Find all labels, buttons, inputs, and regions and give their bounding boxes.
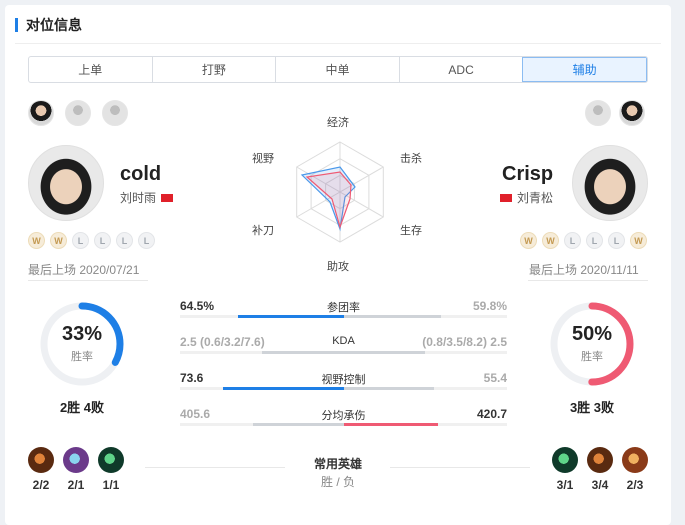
hero-record: 1/1	[102, 478, 120, 492]
hero-record: 3/4	[591, 478, 609, 492]
result-badge: W	[28, 232, 45, 249]
result-badge: L	[116, 232, 133, 249]
left-divider	[28, 280, 148, 281]
radar-label-survival: 生存	[400, 225, 422, 237]
stat-right-value: 55.4	[483, 371, 507, 385]
stat-bar-right	[343, 423, 438, 426]
radar-label-kills: 击杀	[400, 153, 422, 165]
stat-row: 73.6 视野控制 55.4	[180, 369, 507, 395]
china-flag-icon	[161, 193, 174, 202]
heroes-divider-right	[390, 467, 530, 468]
hero-3-icon[interactable]	[98, 447, 124, 473]
tab-top[interactable]: 上单	[29, 57, 152, 82]
section-title: 对位信息	[26, 17, 82, 33]
tab-adc[interactable]: ADC	[398, 57, 523, 82]
tab-mid[interactable]: 中单	[275, 57, 399, 82]
left-record: 2胜 4败	[59, 400, 105, 415]
right-winrate-value: 50%	[571, 323, 613, 345]
player-switch-avatar[interactable]	[619, 100, 645, 126]
hero-record: 2/1	[67, 478, 85, 492]
hero-record: 3/1	[556, 478, 574, 492]
common-heroes-header: 常用英雄 胜 / 负	[288, 453, 388, 493]
hero-record: 2/3	[626, 478, 644, 492]
stat-name: 视野控制	[321, 374, 366, 386]
stat-row: 2.5 (0.6/3.2/7.6) KDA (0.8/3.5/8.2) 2.5	[180, 333, 507, 359]
radar-label-assists: 助攻	[327, 261, 349, 273]
result-badge: L	[72, 232, 89, 249]
matchup-card: 对位信息 上单 打野 中单 ADC 辅助 cold 刘时雨 WWLLLL 最后上…	[5, 5, 671, 525]
stat-right-value: (0.8/3.5/8.2) 2.5	[422, 335, 507, 349]
left-last-played: 最后上场 2020/07/21	[28, 263, 140, 277]
result-badge: W	[630, 232, 647, 249]
left-player-name: cold	[120, 163, 162, 185]
stat-right-value: 59.8%	[472, 299, 507, 313]
hero-5-icon[interactable]	[587, 447, 613, 473]
result-badge: L	[94, 232, 111, 249]
stat-track	[180, 351, 507, 354]
result-badge: L	[586, 232, 603, 249]
left-player-realname: 刘时雨	[120, 189, 174, 206]
left-player-cn-name: 刘时雨	[120, 191, 157, 205]
left-winrate-value: 33%	[61, 323, 103, 345]
hero-1-icon[interactable]	[28, 447, 54, 473]
section-header: 对位信息	[15, 15, 82, 35]
hero-2-icon[interactable]	[63, 447, 89, 473]
player-switch-avatar[interactable]	[585, 100, 611, 126]
right-player-realname: 刘青松	[500, 189, 553, 206]
right-last-played: 最后上场 2020/11/11	[529, 263, 639, 277]
right-recent-results: WWLLLW	[520, 232, 647, 249]
stat-row: 64.5% 参团率 59.8%	[180, 297, 507, 323]
tab-jungle[interactable]: 打野	[151, 57, 276, 82]
player-switch-avatar[interactable]	[28, 100, 54, 126]
right-winrate-label: 胜率	[581, 351, 603, 363]
heroes-divider-left	[145, 467, 285, 468]
left-winrate-label: 胜率	[71, 351, 93, 363]
stat-bar-right	[343, 315, 442, 318]
stat-track	[180, 423, 507, 426]
left-winrate-ring: 33% 胜率	[39, 301, 125, 387]
stat-track	[180, 387, 507, 390]
china-flag-icon	[500, 193, 512, 202]
hero-4-icon[interactable]	[552, 447, 578, 473]
common-heroes-title: 常用英雄	[313, 457, 362, 471]
stat-bar-left	[261, 351, 344, 354]
stat-track	[180, 315, 507, 318]
radar-label-economy: 经济	[327, 117, 349, 129]
header-divider	[15, 43, 661, 44]
right-player-cn-name: 刘青松	[517, 191, 554, 205]
result-badge: L	[564, 232, 581, 249]
stat-bar-left	[252, 423, 344, 426]
player-switch-avatar[interactable]	[65, 100, 91, 126]
stat-row: 405.6 分均承伤 420.7	[180, 405, 507, 431]
right-player-avatar	[572, 145, 648, 221]
player-switch-avatar[interactable]	[102, 100, 128, 126]
result-badge: L	[138, 232, 155, 249]
right-divider	[528, 280, 648, 281]
header-accent-bar	[15, 18, 18, 32]
common-heroes-sub: 胜 / 负	[320, 475, 355, 489]
left-player-avatar	[28, 145, 104, 221]
result-badge: W	[520, 232, 537, 249]
result-badge: W	[542, 232, 559, 249]
stat-name: 分均承伤	[321, 410, 366, 422]
result-badge: L	[608, 232, 625, 249]
stat-bar-right	[343, 351, 426, 354]
tab-support[interactable]: 辅助	[522, 57, 647, 82]
radar-label-vision: 视野	[252, 153, 274, 165]
right-player-name: Crisp	[502, 163, 554, 185]
stat-bar-left	[238, 315, 344, 318]
hero-record: 2/2	[32, 478, 50, 492]
stat-right-value: 420.7	[476, 407, 507, 421]
radar-chart	[296, 141, 384, 243]
right-record: 3胜 3败	[569, 400, 615, 415]
radar-label-cs: 补刀	[252, 225, 274, 237]
left-recent-results: WWLLLL	[28, 232, 155, 249]
stat-bar-right	[343, 387, 435, 390]
stat-name: 参团率	[327, 302, 360, 314]
position-tabs: 上单 打野 中单 ADC 辅助	[28, 56, 648, 83]
hero-6-icon[interactable]	[622, 447, 648, 473]
stat-bar-left	[223, 387, 344, 390]
result-badge: W	[50, 232, 67, 249]
right-winrate-ring: 50% 胜率	[549, 301, 635, 387]
